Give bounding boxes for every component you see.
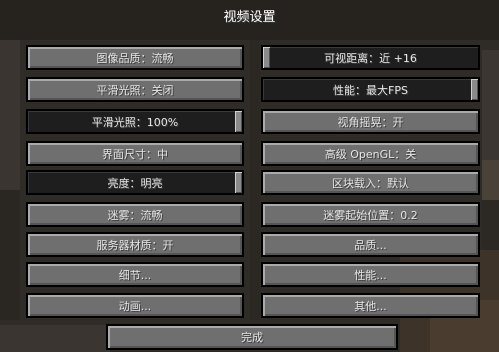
button-label: 其他... bbox=[354, 299, 387, 313]
server-textures-button[interactable]: 服务器材质：开 bbox=[26, 232, 244, 257]
button-label: 服务器材质：开 bbox=[96, 238, 174, 252]
chunk-loading-button[interactable]: 区块载入：默认 bbox=[261, 170, 480, 195]
performance-button[interactable]: 性能... bbox=[261, 262, 480, 287]
advanced-opengl-button[interactable]: 高级 OpenGL：关 bbox=[261, 141, 480, 166]
button-label: 品质... bbox=[354, 238, 387, 252]
slider-label: 性能：最大FPS bbox=[333, 83, 408, 97]
done-button[interactable]: 完成 bbox=[106, 324, 398, 350]
button-label: 完成 bbox=[241, 331, 263, 344]
button-label: 动画... bbox=[118, 299, 152, 313]
button-label: 平滑光照：关闭 bbox=[96, 83, 174, 97]
slider-label: 平滑光照：100% bbox=[91, 115, 179, 129]
slider-handle[interactable] bbox=[235, 172, 242, 193]
button-label: 视角摇晃：开 bbox=[337, 115, 404, 129]
button-label: 细节... bbox=[118, 268, 152, 282]
smooth-lighting-button[interactable]: 平滑光照：关闭 bbox=[26, 77, 244, 102]
view-bobbing-button[interactable]: 视角摇晃：开 bbox=[261, 109, 480, 134]
other-button[interactable]: 其他... bbox=[261, 293, 480, 318]
button-label: 界面尺寸：中 bbox=[102, 147, 168, 161]
button-label: 迷雾起始位置：0.2 bbox=[323, 208, 418, 222]
graphics-quality-button[interactable]: 图像品质：流畅 bbox=[26, 45, 244, 70]
render-distance-slider[interactable]: 可视距离：近 +16 bbox=[261, 45, 480, 70]
animations-button[interactable]: 动画... bbox=[26, 293, 244, 318]
quality-button[interactable]: 品质... bbox=[261, 232, 480, 257]
slider-handle[interactable] bbox=[263, 47, 270, 68]
fog-start-button[interactable]: 迷雾起始位置：0.2 bbox=[261, 202, 480, 227]
page-title: 视频设置 bbox=[223, 10, 276, 25]
max-framerate-slider[interactable]: 性能：最大FPS bbox=[261, 77, 480, 102]
brightness-slider[interactable]: 亮度：明亮 bbox=[26, 170, 244, 195]
button-label: 图像品质：流畅 bbox=[96, 51, 174, 65]
slider-label: 可视距离：近 +16 bbox=[324, 51, 417, 65]
smooth-lighting-level-slider[interactable]: 平滑光照：100% bbox=[26, 109, 244, 134]
details-button[interactable]: 细节... bbox=[26, 262, 244, 287]
gui-scale-button[interactable]: 界面尺寸：中 bbox=[26, 141, 244, 166]
button-label: 迷雾：流畅 bbox=[107, 208, 163, 222]
slider-handle[interactable] bbox=[235, 111, 242, 132]
fog-button[interactable]: 迷雾：流畅 bbox=[26, 202, 244, 227]
slider-handle[interactable] bbox=[471, 79, 478, 100]
slider-label: 亮度：明亮 bbox=[107, 176, 163, 190]
button-label: 区块载入：默认 bbox=[332, 176, 409, 190]
button-label: 高级 OpenGL：关 bbox=[324, 147, 417, 161]
button-label: 性能... bbox=[354, 268, 387, 282]
